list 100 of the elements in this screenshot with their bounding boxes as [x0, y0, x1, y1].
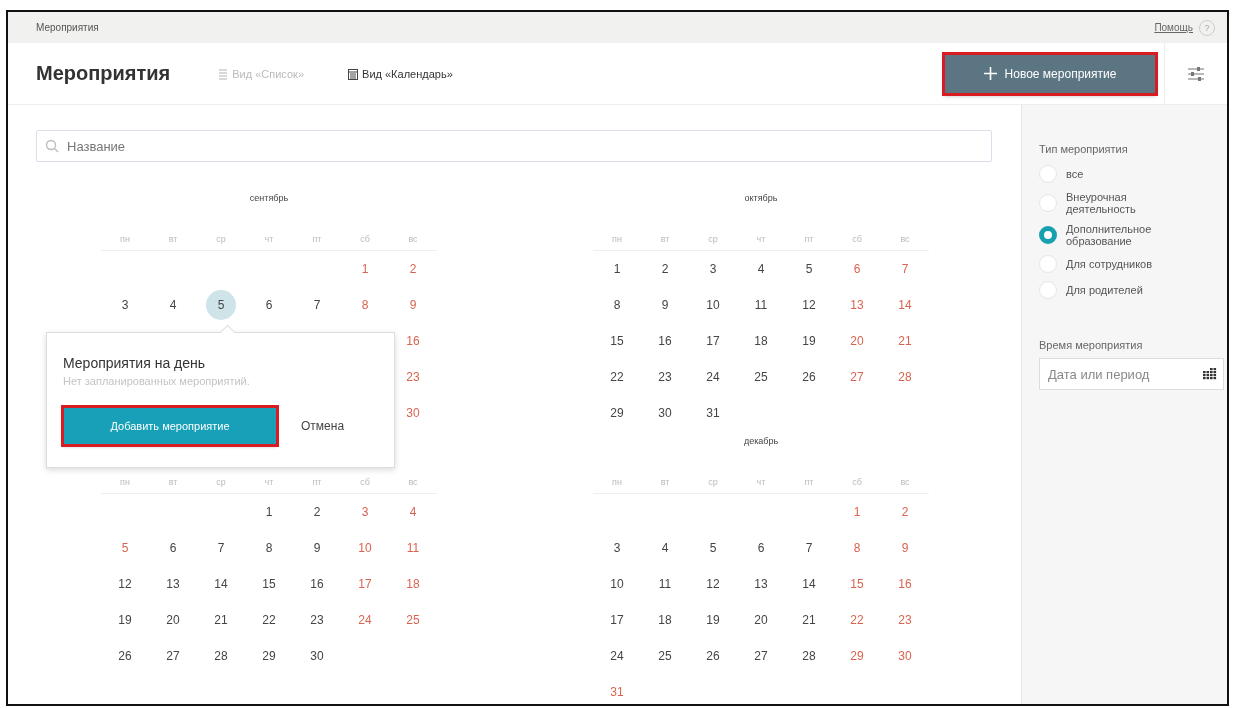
radio-label[interactable]: все: [1066, 168, 1176, 180]
day-cell[interactable]: 13: [158, 569, 188, 599]
day-cell[interactable]: 4: [158, 290, 188, 320]
radio-label[interactable]: Внеурочная деятельность: [1066, 191, 1176, 215]
day-cell[interactable]: 7: [890, 254, 920, 284]
help-link[interactable]: Помощь: [1154, 22, 1193, 33]
day-cell[interactable]: 7: [302, 290, 332, 320]
day-cell[interactable]: 1: [602, 254, 632, 284]
day-cell[interactable]: 9: [650, 290, 680, 320]
day-cell[interactable]: 7: [206, 533, 236, 563]
day-cell[interactable]: 21: [794, 605, 824, 635]
day-cell[interactable]: 6: [842, 254, 872, 284]
day-cell[interactable]: 17: [698, 326, 728, 356]
day-cell[interactable]: 1: [350, 254, 380, 284]
settings-icon[interactable]: [1187, 65, 1205, 82]
day-cell[interactable]: 3: [350, 497, 380, 527]
day-cell[interactable]: 30: [650, 398, 680, 428]
radio-label[interactable]: Для сотрудников: [1066, 258, 1176, 270]
day-cell[interactable]: 6: [746, 533, 776, 563]
day-cell[interactable]: 2: [398, 254, 428, 284]
day-cell[interactable]: 12: [110, 569, 140, 599]
day-cell[interactable]: 16: [650, 326, 680, 356]
day-cell[interactable]: 19: [110, 605, 140, 635]
day-cell[interactable]: 8: [842, 533, 872, 563]
day-cell[interactable]: 13: [746, 569, 776, 599]
day-cell[interactable]: 30: [398, 398, 428, 428]
day-cell[interactable]: 2: [650, 254, 680, 284]
day-cell[interactable]: 13: [842, 290, 872, 320]
day-cell[interactable]: 9: [302, 533, 332, 563]
day-cell[interactable]: 26: [110, 641, 140, 671]
day-cell[interactable]: 22: [842, 605, 872, 635]
day-cell[interactable]: 1: [254, 497, 284, 527]
day-cell[interactable]: 18: [398, 569, 428, 599]
day-cell[interactable]: 31: [698, 398, 728, 428]
day-cell[interactable]: 15: [254, 569, 284, 599]
day-cell[interactable]: 30: [890, 641, 920, 671]
day-cell[interactable]: 18: [650, 605, 680, 635]
day-cell[interactable]: 7: [794, 533, 824, 563]
day-cell[interactable]: 16: [302, 569, 332, 599]
day-cell[interactable]: 24: [602, 641, 632, 671]
day-cell[interactable]: 16: [890, 569, 920, 599]
day-cell[interactable]: 23: [398, 362, 428, 392]
view-tab[interactable]: Вид «Календарь»: [346, 65, 455, 82]
day-cell[interactable]: 26: [794, 362, 824, 392]
day-cell[interactable]: 6: [254, 290, 284, 320]
day-cell[interactable]: 9: [398, 290, 428, 320]
day-cell[interactable]: 29: [602, 398, 632, 428]
radio-label[interactable]: Для родителей: [1066, 284, 1176, 296]
day-cell[interactable]: 5: [110, 533, 140, 563]
day-cell[interactable]: 20: [842, 326, 872, 356]
day-cell[interactable]: 12: [794, 290, 824, 320]
day-cell[interactable]: 10: [698, 290, 728, 320]
day-cell[interactable]: 25: [746, 362, 776, 392]
day-cell[interactable]: 11: [398, 533, 428, 563]
day-cell[interactable]: 12: [698, 569, 728, 599]
day-cell[interactable]: 6: [158, 533, 188, 563]
day-cell[interactable]: 14: [206, 569, 236, 599]
day-cell[interactable]: 2: [890, 497, 920, 527]
search-field[interactable]: Название: [36, 130, 992, 162]
day-cell[interactable]: 3: [110, 290, 140, 320]
day-cell[interactable]: 28: [206, 641, 236, 671]
day-cell[interactable]: 22: [254, 605, 284, 635]
day-cell[interactable]: 8: [350, 290, 380, 320]
date-field[interactable]: Дата или период: [1039, 358, 1224, 390]
day-cell[interactable]: 8: [254, 533, 284, 563]
day-cell[interactable]: 28: [890, 362, 920, 392]
day-cell[interactable]: 16: [398, 326, 428, 356]
day-cell[interactable]: 10: [602, 569, 632, 599]
day-cell[interactable]: 26: [698, 641, 728, 671]
day-cell[interactable]: 23: [650, 362, 680, 392]
day-cell[interactable]: 22: [602, 362, 632, 392]
day-cell[interactable]: 15: [842, 569, 872, 599]
day-cell[interactable]: 29: [842, 641, 872, 671]
day-cell[interactable]: 24: [350, 605, 380, 635]
cancel-button[interactable]: Отмена: [299, 417, 347, 435]
day-cell[interactable]: 28: [794, 641, 824, 671]
day-cell[interactable]: 15: [602, 326, 632, 356]
day-cell[interactable]: 20: [158, 605, 188, 635]
day-cell[interactable]: 3: [602, 533, 632, 563]
radio-button[interactable]: [1039, 226, 1057, 244]
day-cell[interactable]: 14: [890, 290, 920, 320]
day-cell[interactable]: 4: [746, 254, 776, 284]
new-event-button[interactable]: Новое мероприятие: [944, 53, 1156, 94]
day-cell[interactable]: 9: [890, 533, 920, 563]
day-cell[interactable]: 2: [302, 497, 332, 527]
day-cell[interactable]: 4: [650, 533, 680, 563]
day-cell[interactable]: 20: [746, 605, 776, 635]
day-cell[interactable]: 23: [890, 605, 920, 635]
day-cell[interactable]: 30: [302, 641, 332, 671]
day-cell[interactable]: 17: [350, 569, 380, 599]
day-cell[interactable]: 4: [398, 497, 428, 527]
day-cell[interactable]: 11: [746, 290, 776, 320]
day-cell[interactable]: 14: [794, 569, 824, 599]
day-cell[interactable]: 5: [794, 254, 824, 284]
day-cell[interactable]: 5: [698, 533, 728, 563]
day-cell[interactable]: 3: [698, 254, 728, 284]
day-cell[interactable]: 23: [302, 605, 332, 635]
day-cell[interactable]: 27: [842, 362, 872, 392]
day-cell[interactable]: 11: [650, 569, 680, 599]
day-cell[interactable]: 10: [350, 533, 380, 563]
